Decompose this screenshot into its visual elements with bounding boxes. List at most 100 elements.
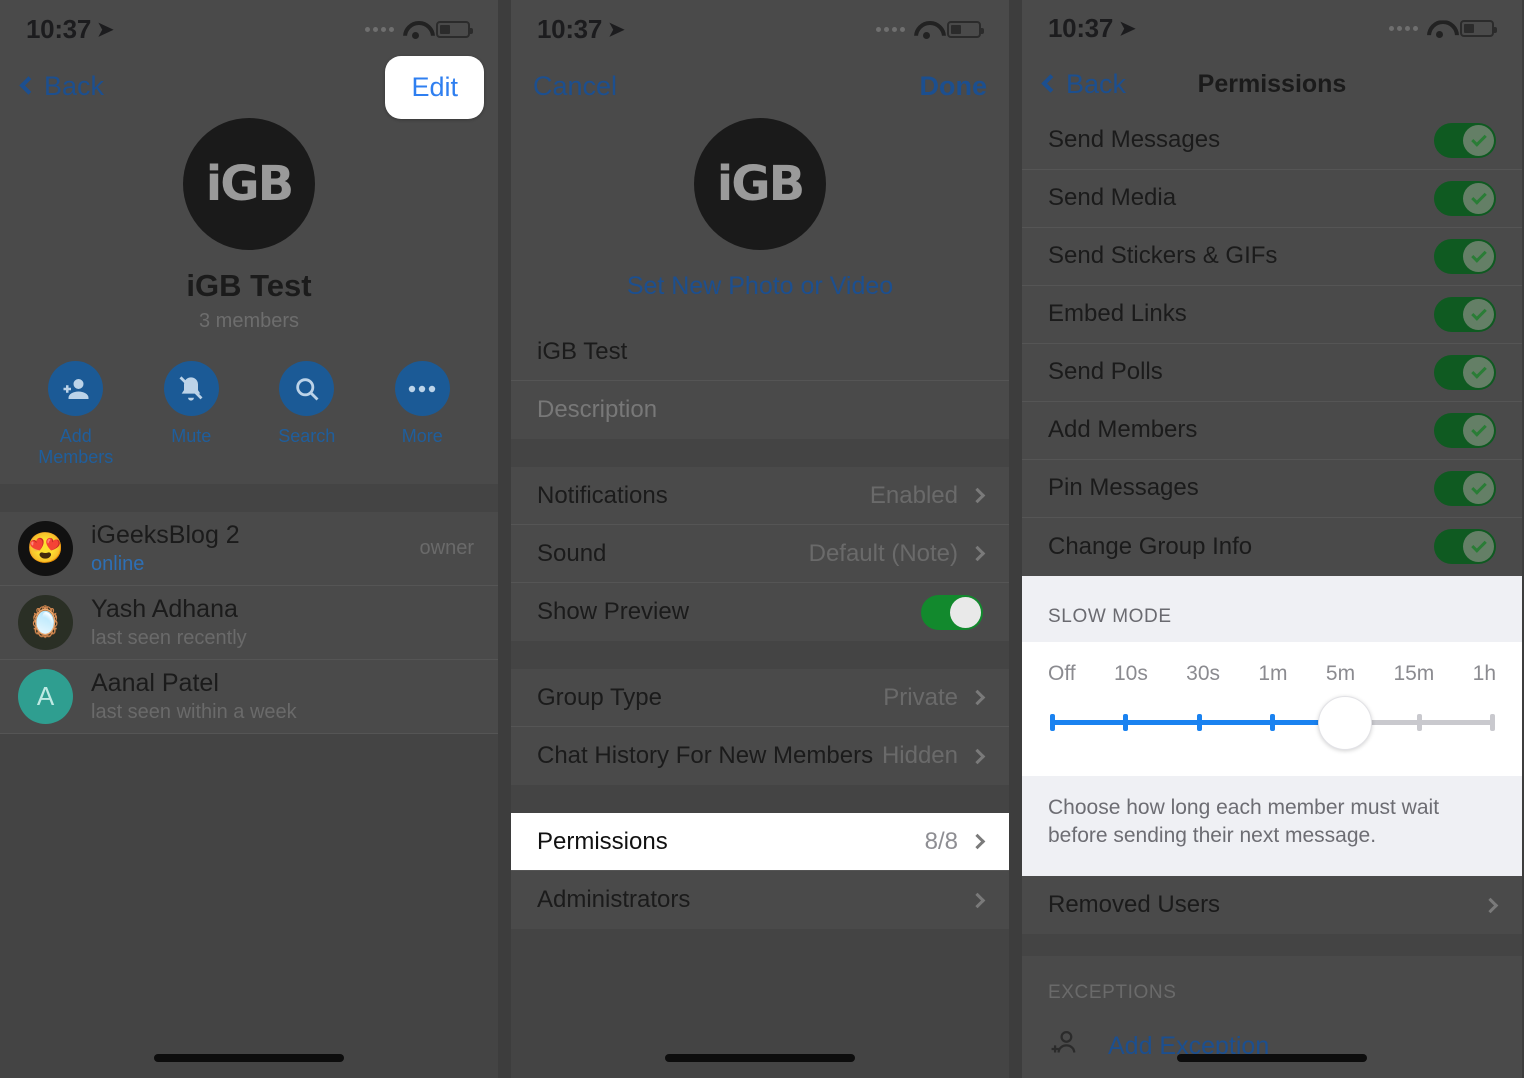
slow-mode-option-15m[interactable]: 15m: [1393, 662, 1434, 686]
row-sound[interactable]: Sound Default (Note): [511, 525, 1009, 583]
action-more-label: More: [401, 426, 443, 446]
permission-row-send-media[interactable]: Send Media: [1022, 170, 1522, 228]
row-removed-users-label: Removed Users: [1048, 891, 1221, 919]
slow-mode-card: Off 10s 30s 1m 5m 15m 1h: [1022, 641, 1522, 776]
permission-toggle[interactable]: [1434, 354, 1496, 390]
navigation-bar: Back Permissions: [1022, 57, 1522, 112]
member-status: last seen recently: [91, 627, 247, 649]
edit-button-label: Edit: [411, 72, 458, 102]
slow-mode-option-off[interactable]: Off: [1048, 662, 1076, 686]
permission-toggle[interactable]: [1434, 122, 1496, 158]
slow-mode-option-5m[interactable]: 5m: [1326, 662, 1355, 686]
battery-icon: [436, 20, 473, 38]
quick-actions: Add Members Mute Search More: [0, 333, 498, 484]
slider-tick: [1270, 713, 1275, 731]
row-chat-history[interactable]: Chat History For New Members Hidden: [511, 727, 1009, 785]
avatar: A: [18, 669, 73, 724]
screenshot-stage: 10:37 ➤ Back Edit iGB iGB Test 3 members…: [0, 0, 1524, 1078]
panel-permissions: 10:37 ➤ Back Permissions Send Messages S…: [1022, 0, 1522, 1078]
action-mute[interactable]: Mute: [136, 361, 246, 468]
exceptions-caption: EXCEPTIONS: [1048, 982, 1177, 1003]
list-item[interactable]: A Aanal Patel last seen within a week: [0, 660, 498, 734]
permission-label: Change Group Info: [1048, 532, 1253, 560]
slow-mode-option-10s[interactable]: 10s: [1114, 662, 1148, 686]
slow-mode-note: Choose how long each member must wait be…: [1022, 775, 1522, 877]
row-show-preview[interactable]: Show Preview: [511, 583, 1009, 641]
permission-toggle[interactable]: [1434, 180, 1496, 216]
row-group-type-label: Group Type: [537, 683, 662, 711]
back-button[interactable]: Back: [1041, 69, 1126, 100]
permission-row-embed-links[interactable]: Embed Links: [1022, 286, 1522, 344]
list-item[interactable]: 🪞 Yash Adhana last seen recently: [0, 586, 498, 660]
row-notifications[interactable]: Notifications Enabled: [511, 467, 1009, 525]
list-item[interactable]: 😍 iGeeksBlog 2 online owner: [0, 512, 498, 586]
row-notifications-label: Notifications: [537, 481, 668, 509]
permission-row-send-polls[interactable]: Send Polls: [1022, 344, 1522, 402]
row-permissions-label: Permissions: [537, 827, 668, 855]
row-permissions[interactable]: Permissions 8/8: [511, 813, 1009, 871]
home-indicator: [154, 1054, 344, 1062]
slow-mode-header: SLOW MODE: [1048, 605, 1172, 627]
member-name: Aanal Patel: [91, 669, 219, 697]
row-group-type[interactable]: Group Type Private: [511, 669, 1009, 727]
cancel-button[interactable]: Cancel: [533, 71, 617, 102]
add-person-icon: [1048, 1027, 1082, 1066]
row-administrators[interactable]: Administrators: [511, 871, 1009, 929]
battery-icon: [947, 20, 984, 38]
row-administrators-label: Administrators: [537, 886, 691, 913]
bell-slash-icon: [163, 361, 219, 416]
action-search[interactable]: Search: [252, 361, 362, 468]
group-avatar[interactable]: iGB: [183, 118, 315, 250]
member-name: iGeeksBlog 2: [91, 521, 240, 549]
permission-toggle[interactable]: [1434, 529, 1496, 565]
group-description-input[interactable]: Description: [511, 381, 1009, 439]
search-icon: [279, 361, 335, 416]
location-arrow-icon: ➤: [97, 18, 114, 41]
notification-settings: Notifications Enabled Sound Default (Not…: [511, 467, 1009, 641]
panel-group-info: 10:37 ➤ Back Edit iGB iGB Test 3 members…: [0, 0, 498, 1078]
group-avatar[interactable]: iGB: [694, 118, 826, 250]
action-mute-label: Mute: [171, 426, 212, 446]
permission-row-change-group-info[interactable]: Change Group Info: [1022, 518, 1522, 576]
permission-toggle[interactable]: [1434, 238, 1496, 274]
group-header: iGB Set New Photo or Video: [511, 114, 1009, 301]
status-bar-time: 10:37: [1048, 12, 1113, 43]
chevron-right-icon: [969, 833, 986, 850]
slow-mode-tick-labels: Off 10s 30s 1m 5m 15m 1h: [1048, 658, 1496, 686]
add-exception-button[interactable]: Add Exception: [1022, 1014, 1522, 1078]
row-notifications-value: Enabled: [869, 481, 958, 509]
slow-mode-option-30s[interactable]: 30s: [1186, 662, 1220, 686]
show-preview-toggle[interactable]: [921, 594, 983, 630]
action-add-members[interactable]: Add Members: [21, 361, 131, 468]
slow-mode-option-1m[interactable]: 1m: [1258, 662, 1287, 686]
action-more[interactable]: More: [367, 361, 477, 468]
member-status: online: [91, 553, 145, 575]
action-search-label: Search: [278, 426, 336, 446]
row-removed-users[interactable]: Removed Users: [1022, 876, 1522, 934]
set-new-photo-button[interactable]: Set New Photo or Video: [627, 272, 893, 300]
done-button[interactable]: Done: [920, 71, 988, 102]
permission-row-pin-messages[interactable]: Pin Messages: [1022, 460, 1522, 518]
add-member-icon: [48, 361, 104, 416]
permission-row-send-messages[interactable]: Send Messages: [1022, 112, 1522, 170]
slow-mode-slider[interactable]: [1048, 695, 1496, 750]
row-sound-value: Default (Note): [808, 539, 958, 567]
permission-toggle[interactable]: [1434, 470, 1496, 506]
chevron-left-icon: [1041, 74, 1060, 93]
slider-thumb[interactable]: [1318, 695, 1373, 750]
row-group-type-value: Private: [883, 683, 958, 711]
row-permissions-value: 8/8: [924, 827, 958, 855]
permissions-list: Send Messages Send Media Send Stickers &…: [1022, 111, 1522, 576]
group-name-input[interactable]: iGB Test: [511, 323, 1009, 381]
permission-row-send-stickers-gifs[interactable]: Send Stickers & GIFs: [1022, 228, 1522, 286]
slow-mode-option-1h[interactable]: 1h: [1473, 662, 1496, 686]
location-arrow-icon: ➤: [608, 18, 625, 41]
battery-icon: [1460, 19, 1497, 37]
chevron-left-icon: [19, 76, 38, 95]
edit-button[interactable]: Edit: [385, 56, 484, 119]
back-button[interactable]: Back: [19, 71, 104, 102]
permission-label: Send Polls: [1048, 358, 1163, 386]
permission-row-add-members[interactable]: Add Members: [1022, 402, 1522, 460]
permission-toggle[interactable]: [1434, 412, 1496, 448]
permission-toggle[interactable]: [1434, 296, 1496, 332]
